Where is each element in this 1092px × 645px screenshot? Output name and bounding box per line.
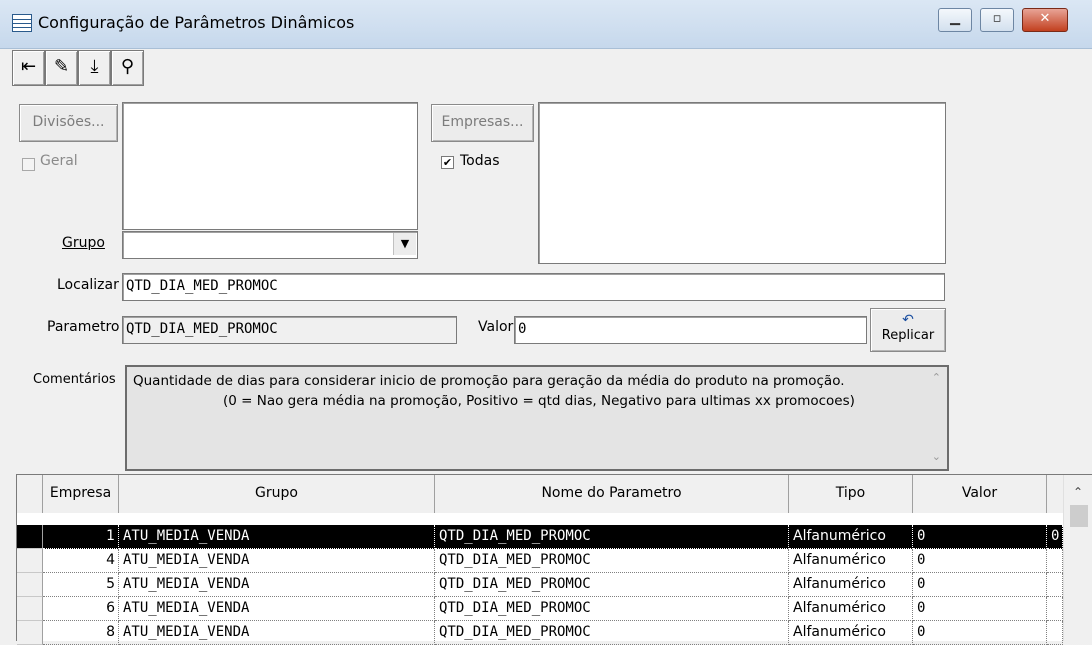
- replicar-label: Replicar: [881, 328, 935, 343]
- cell-nome-parametro[interactable]: QTD_DIA_MED_PROMOC: [435, 549, 789, 573]
- cell-extra[interactable]: [1047, 549, 1063, 573]
- header-valor[interactable]: Valor: [913, 475, 1047, 513]
- cell-grupo[interactable]: ATU_MEDIA_VENDA: [119, 525, 435, 549]
- comentarios-label: Comentários: [33, 372, 116, 387]
- save-icon: ⤓: [90, 56, 99, 77]
- divisoes-button[interactable]: Divisões...: [19, 104, 118, 142]
- cell-empresa[interactable]: 5: [43, 573, 119, 597]
- table-row[interactable]: 6 ATU_MEDIA_VENDA QTD_DIA_MED_PROMOC Alfanu…: [17, 597, 1063, 621]
- exit-icon: ⇤: [20, 56, 37, 77]
- header-empresa[interactable]: Empresa: [43, 475, 119, 513]
- cell-extra[interactable]: 0: [1047, 525, 1063, 549]
- row-indicator[interactable]: [17, 525, 43, 549]
- minimize-button[interactable]: ▁: [938, 8, 972, 32]
- localizar-input[interactable]: QTD_DIA_MED_PROMOC: [122, 273, 945, 301]
- exit-button[interactable]: ⇤: [12, 50, 45, 86]
- scrollbar-thumb[interactable]: [1070, 505, 1088, 527]
- cell-empresa[interactable]: 1: [43, 525, 119, 549]
- valor-label: Valor: [478, 319, 514, 335]
- header-extra: [1047, 475, 1063, 513]
- cell-grupo[interactable]: ATU_MEDIA_VENDA: [119, 549, 435, 573]
- cell-tipo[interactable]: Alfanumérico: [789, 573, 913, 597]
- comentarios-line2: (0 = Nao gera média na promoção, Positiv…: [223, 393, 855, 409]
- localizar-label: Localizar: [57, 277, 119, 293]
- cell-valor[interactable]: 0: [913, 573, 1047, 597]
- undo-icon: ↶: [902, 312, 914, 328]
- cell-valor[interactable]: 0: [913, 621, 1047, 645]
- parametro-label: Parametro: [47, 319, 120, 335]
- cell-tipo[interactable]: Alfanumérico: [789, 549, 913, 573]
- cell-grupo[interactable]: ATU_MEDIA_VENDA: [119, 621, 435, 645]
- table-row[interactable]: 8 ATU_MEDIA_VENDA QTD_DIA_MED_PROMOC Alfanu…: [17, 621, 1063, 645]
- cell-empresa[interactable]: 8: [43, 621, 119, 645]
- table-row[interactable]: 5 ATU_MEDIA_VENDA QTD_DIA_MED_PROMOC Alfanu…: [17, 573, 1063, 597]
- scroll-up-icon[interactable]: ⌃: [1073, 485, 1083, 499]
- row-indicator[interactable]: [17, 597, 43, 621]
- save-button[interactable]: ⤓: [78, 50, 111, 86]
- cell-nome-parametro[interactable]: QTD_DIA_MED_PROMOC: [435, 525, 789, 549]
- binoculars-icon: ⚲: [120, 56, 135, 77]
- chevron-down-icon[interactable]: ▼: [393, 233, 416, 255]
- cell-extra[interactable]: [1047, 597, 1063, 621]
- pencil-icon: ✎: [53, 56, 70, 77]
- valor-input[interactable]: 0: [514, 316, 867, 344]
- cell-valor[interactable]: 0: [913, 549, 1047, 573]
- erase-button[interactable]: ✎: [45, 50, 78, 86]
- grupo-select[interactable]: ▼: [122, 231, 418, 259]
- scroll-down-icon[interactable]: ⌄: [932, 450, 941, 463]
- grupo-label: Grupo: [62, 235, 105, 251]
- row-indicator[interactable]: [17, 621, 43, 645]
- cell-grupo[interactable]: ATU_MEDIA_VENDA: [119, 597, 435, 621]
- header-tipo[interactable]: Tipo: [789, 475, 913, 513]
- row-indicator[interactable]: [17, 573, 43, 597]
- table-icon: [12, 14, 32, 32]
- cell-extra[interactable]: [1047, 621, 1063, 645]
- grid-scrollbar[interactable]: ⌃: [1063, 475, 1092, 641]
- check-icon: ✔: [442, 156, 453, 169]
- cell-nome-parametro[interactable]: QTD_DIA_MED_PROMOC: [435, 573, 789, 597]
- row-indicator-header: [17, 475, 43, 513]
- parametro-field: QTD_DIA_MED_PROMOC: [122, 316, 457, 344]
- divisoes-list[interactable]: [122, 102, 418, 230]
- cell-extra[interactable]: [1047, 573, 1063, 597]
- parametros-grid[interactable]: Empresa Grupo Nome do Parametro Tipo Val…: [16, 474, 1092, 645]
- window-title: Configuração de Parâmetros Dinâmicos: [38, 13, 355, 32]
- geral-label: Geral: [40, 153, 78, 169]
- cell-nome-parametro[interactable]: QTD_DIA_MED_PROMOC: [435, 621, 789, 645]
- maximize-button[interactable]: ▫: [980, 8, 1014, 32]
- cell-nome-parametro[interactable]: QTD_DIA_MED_PROMOC: [435, 597, 789, 621]
- comentarios-textarea[interactable]: Quantidade de dias para considerar inici…: [125, 365, 949, 471]
- cell-tipo[interactable]: Alfanumérico: [789, 597, 913, 621]
- todas-label: Todas: [460, 153, 500, 169]
- cell-valor[interactable]: 0: [913, 525, 1047, 549]
- cell-empresa[interactable]: 4: [43, 549, 119, 573]
- table-row[interactable]: 4 ATU_MEDIA_VENDA QTD_DIA_MED_PROMOC Alfanu…: [17, 549, 1063, 573]
- cell-tipo[interactable]: Alfanumérico: [789, 621, 913, 645]
- cell-grupo[interactable]: ATU_MEDIA_VENDA: [119, 573, 435, 597]
- close-button[interactable]: ✕: [1022, 8, 1068, 32]
- header-grupo[interactable]: Grupo: [119, 475, 435, 513]
- cell-valor[interactable]: 0: [913, 597, 1047, 621]
- comentarios-line1: Quantidade de dias para considerar inici…: [133, 373, 845, 389]
- empresas-list[interactable]: [538, 102, 946, 264]
- empresas-button[interactable]: Empresas...: [431, 104, 534, 142]
- row-indicator[interactable]: [17, 549, 43, 573]
- geral-checkbox[interactable]: [22, 158, 35, 171]
- cell-empresa[interactable]: 6: [43, 597, 119, 621]
- find-button[interactable]: ⚲: [111, 50, 144, 86]
- table-row[interactable]: 1 ATU_MEDIA_VENDA QTD_DIA_MED_PROMOC Alfanu…: [17, 525, 1063, 549]
- cell-tipo[interactable]: Alfanumérico: [789, 525, 913, 549]
- header-nome-parametro[interactable]: Nome do Parametro: [435, 475, 789, 513]
- todas-checkbox[interactable]: ✔: [441, 156, 454, 169]
- scroll-up-icon[interactable]: ⌃: [932, 371, 941, 384]
- title-bar[interactable]: Configuração de Parâmetros Dinâmicos ▁ ▫…: [0, 0, 1092, 49]
- replicar-button[interactable]: ↶ Replicar: [870, 308, 946, 352]
